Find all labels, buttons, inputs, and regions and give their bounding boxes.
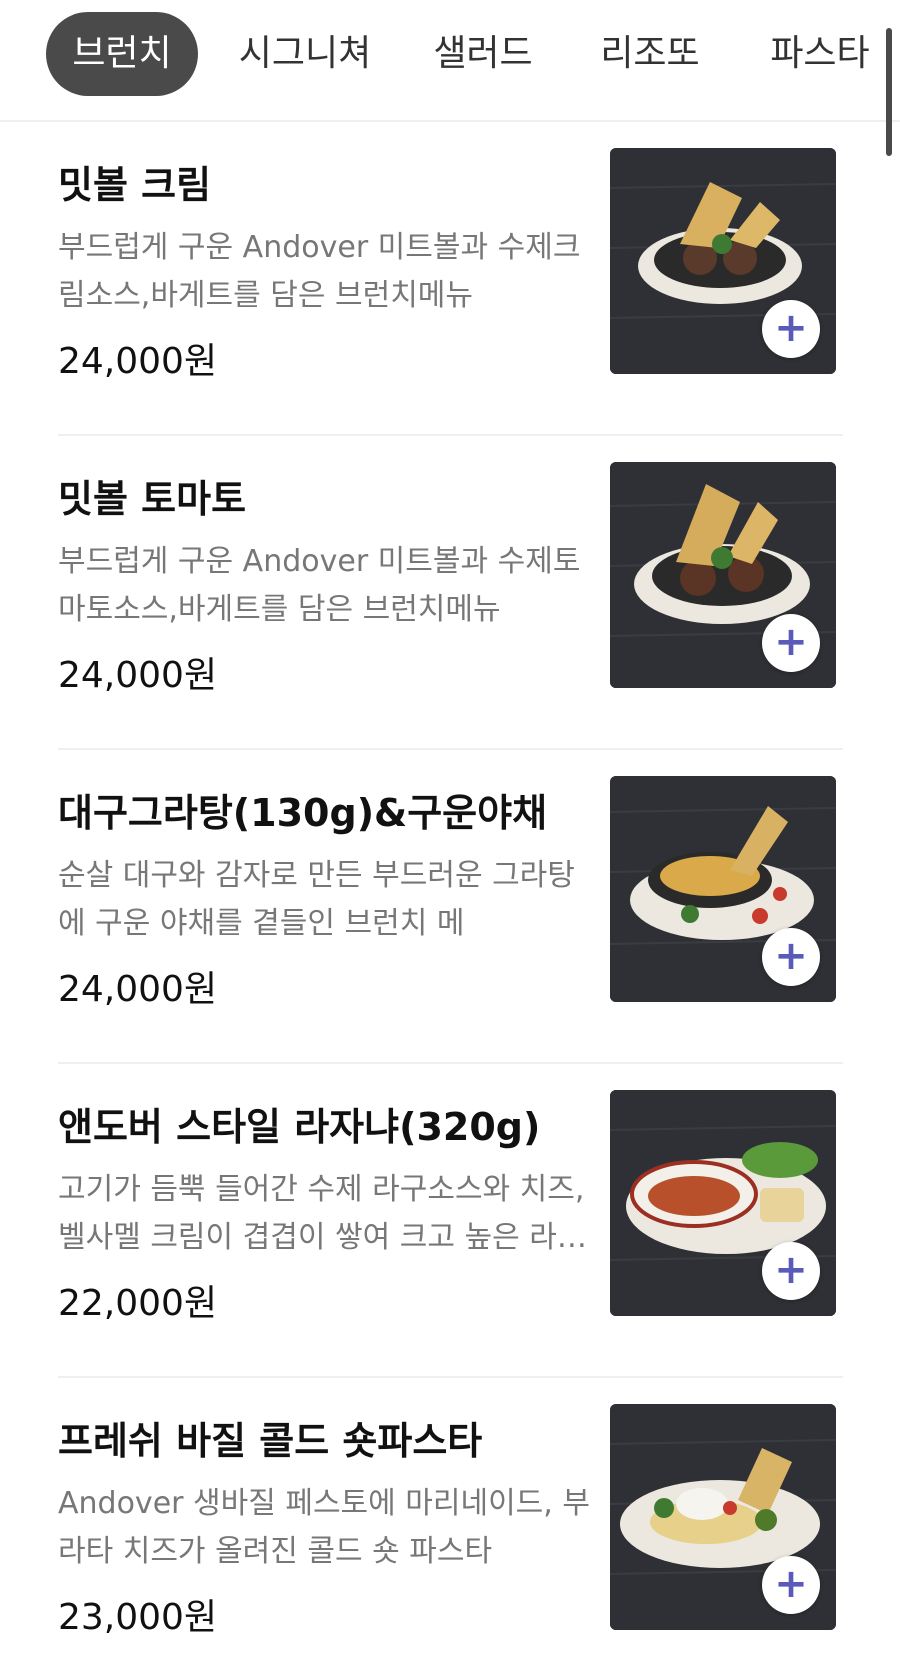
menu-item-name: 프레쉬 바질 콜드 숏파스타 [58, 1419, 483, 1463]
menu-item[interactable]: 프레쉬 바질 콜드 숏파스타 Andover 생바질 페스토에 마리네이드, 부… [58, 1378, 843, 1655]
tab-risotto[interactable]: 리조또 [585, 12, 715, 96]
menu-item[interactable]: 앤도버 스타일 라자냐(320g) 고기가 듬뿍 들어간 수제 라구소스와 치즈… [58, 1064, 843, 1378]
menu-item-price: 23,000원 [58, 1597, 218, 1638]
menu-item-price: 22,000원 [58, 1283, 218, 1324]
menu-item-description: 부드럽게 구운 Andover 미트볼과 수제크림소스,바게트를 담은 브런치메… [58, 230, 581, 313]
tab-brunch[interactable]: 브런치 [46, 12, 198, 96]
basil-pasta-dish-image[interactable]: + [610, 1404, 836, 1630]
tab-salad[interactable]: 샐러드 [418, 12, 548, 96]
category-tabs: 브런치 시그니쳐 샐러드 리조또 파스타 [0, 0, 900, 122]
menu-item[interactable]: 대구그라탕(130g)&구운야채 순살 대구와 감자로 만든 부드러운 그라탕에… [58, 750, 843, 1064]
add-to-cart-button[interactable]: + [762, 614, 820, 672]
add-to-cart-button[interactable]: + [762, 1242, 820, 1300]
menu-item-description: 부드럽게 구운 Andover 미트볼과 수제토마토소스,바게트를 담은 브런치… [58, 544, 581, 627]
menu-item-name: 밋볼 크림 [58, 163, 212, 207]
add-to-cart-button[interactable]: + [762, 928, 820, 986]
tab-signature[interactable]: 시그니쳐 [225, 12, 385, 96]
menu-item-price: 24,000원 [58, 341, 218, 382]
menu-item-name: 대구그라탕(130g)&구운야채 [58, 791, 548, 835]
menu-item-name: 밋볼 토마토 [58, 477, 247, 521]
menu-item[interactable]: 밋볼 토마토 부드럽게 구운 Andover 미트볼과 수제토마토소스,바게트를… [58, 436, 843, 750]
menu-item-price: 24,000원 [58, 655, 218, 696]
meatball-tomato-dish-image[interactable]: + [610, 462, 836, 688]
menu-item-description: 순살 대구와 감자로 만든 부드러운 그라탕에 구운 야채를 곁들인 브런치 메 [58, 858, 575, 941]
meatball-cream-dish-image[interactable]: + [610, 148, 836, 374]
menu-item-description: 고기가 듬뿍 들어간 수제 라구소스와 치즈, 벨사멜 크림이 겹겹이 쌓여 크… [58, 1172, 585, 1255]
add-to-cart-button[interactable]: + [762, 1556, 820, 1614]
menu-item-price: 24,000원 [58, 969, 218, 1010]
menu-item-description: Andover 생바질 페스토에 마리네이드, 부라타 치즈가 올려진 콜드 숏… [58, 1486, 590, 1569]
cod-gratin-dish-image[interactable]: + [610, 776, 836, 1002]
scrollbar[interactable] [886, 28, 892, 156]
add-to-cart-button[interactable]: + [762, 300, 820, 358]
menu-item-name: 앤도버 스타일 라자냐(320g) [58, 1105, 541, 1149]
tab-pasta[interactable]: 파스타 [755, 12, 885, 96]
menu-item[interactable]: 밋볼 크림 부드럽게 구운 Andover 미트볼과 수제크림소스,바게트를 담… [58, 122, 843, 436]
lasagna-dish-image[interactable]: + [610, 1090, 836, 1316]
